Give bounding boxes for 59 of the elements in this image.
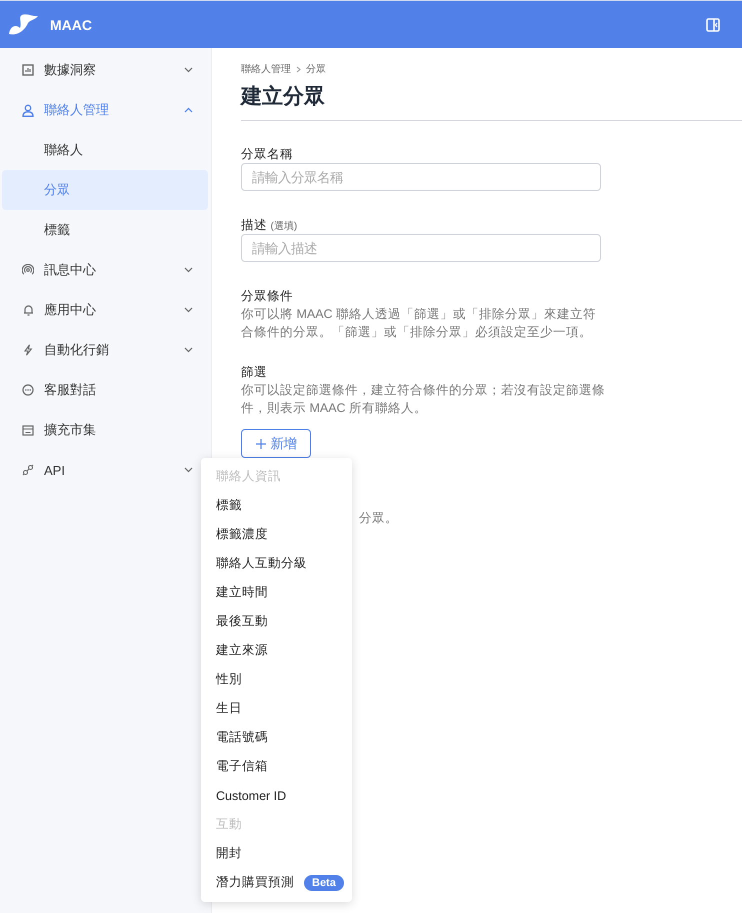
sidebar-item[interactable]: 訊息中心 <box>0 250 211 290</box>
chevron-down-icon[interactable] <box>184 67 193 73</box>
input-field[interactable]: 請輸入分眾名稱 <box>241 163 601 191</box>
sidebar-item[interactable]: 聯絡人管理 <box>0 90 211 130</box>
menu-group-label: 互動 <box>215 816 243 833</box>
chevron-right-icon <box>296 66 301 72</box>
menu-item[interactable]: 建立來源 <box>201 636 352 665</box>
plus-icon <box>256 438 266 448</box>
bell-icon <box>22 304 34 316</box>
menu-item[interactable]: Customer ID <box>201 781 352 810</box>
chevron-up-icon[interactable] <box>184 107 193 113</box>
field-label: 分眾名稱 <box>241 146 294 163</box>
sidebar-item[interactable]: API <box>0 450 211 490</box>
description-text: 分眾。 <box>359 510 399 527</box>
menu-item[interactable]: 生日 <box>201 694 352 723</box>
section-description: 你可以設定篩選條件，建立符合條件的分眾；若沒有設定篩選條件，則表示 MAAC 所有聯絡人。 <box>241 382 606 417</box>
menu-item[interactable]: 標籤濃度 <box>201 520 352 549</box>
input-field[interactable]: 請輸入描述 <box>241 234 601 262</box>
sidebar-item[interactable]: 擴充市集 <box>0 410 211 450</box>
chevron-down-icon[interactable] <box>184 467 193 473</box>
brand-name: MAAC <box>50 16 93 32</box>
menu-item[interactable]: 性別 <box>201 665 352 694</box>
field-label: 描述 (選填) <box>241 217 298 234</box>
chevron-down-icon[interactable] <box>184 347 193 353</box>
sidebar-toggle-icon[interactable] <box>706 18 720 32</box>
broadcast-icon <box>22 264 34 276</box>
chart-icon <box>22 64 34 76</box>
menu-group-label: 聯絡人資訊 <box>215 468 282 485</box>
lightning-icon <box>23 344 33 356</box>
chevron-down-icon[interactable] <box>184 307 193 313</box>
menu-item-label: 潛力購買預測 <box>216 874 294 891</box>
sidebar-item[interactable]: 應用中心 <box>0 290 211 330</box>
menu-item[interactable]: 開封 <box>201 839 352 868</box>
chat-icon <box>22 384 34 396</box>
menu-item[interactable]: 建立時間 <box>201 578 352 607</box>
sidebar-subitem[interactable]: 標籤 <box>2 210 208 250</box>
add-button[interactable]: 新增 <box>241 429 311 458</box>
sidebar-item[interactable]: 客服對話 <box>0 370 211 410</box>
section-description: 你可以將 MAAC 聯絡人透過「篩選」或「排除分眾」來建立符合條件的分眾。「篩選」或「排除分眾」必須設定至少一項。 <box>241 306 598 341</box>
person-icon <box>22 104 34 116</box>
menu-item[interactable]: 標籤 <box>201 491 352 520</box>
beta-badge: Beta <box>304 874 344 890</box>
menu-item[interactable]: 最後互動 <box>201 607 352 636</box>
chevron-down-icon[interactable] <box>184 267 193 273</box>
sidebar-item[interactable]: 自動化行銷 <box>0 330 211 370</box>
menu-item[interactable]: 電話號碼 <box>201 723 352 752</box>
breadcrumb-link[interactable]: 分眾 <box>306 62 326 76</box>
section-title: 篩選 <box>241 364 268 381</box>
menu-item[interactable]: 聯絡人互動分級 <box>201 549 352 578</box>
breadcrumb-link[interactable]: 聯絡人管理 <box>241 62 291 76</box>
plug-icon <box>22 464 34 476</box>
logo-icon <box>8 14 39 36</box>
section-title: 分眾條件 <box>241 288 294 305</box>
sidebar-subitem[interactable]: 聯絡人 <box>2 130 208 170</box>
menu-item[interactable]: 電子信箱 <box>201 752 352 781</box>
sidebar-item[interactable]: 數據洞察 <box>0 50 211 90</box>
store-icon <box>22 424 34 436</box>
page-title: 建立分眾 <box>241 84 326 110</box>
menu-item[interactable]: 潛力購買預測 Beta <box>201 868 352 897</box>
